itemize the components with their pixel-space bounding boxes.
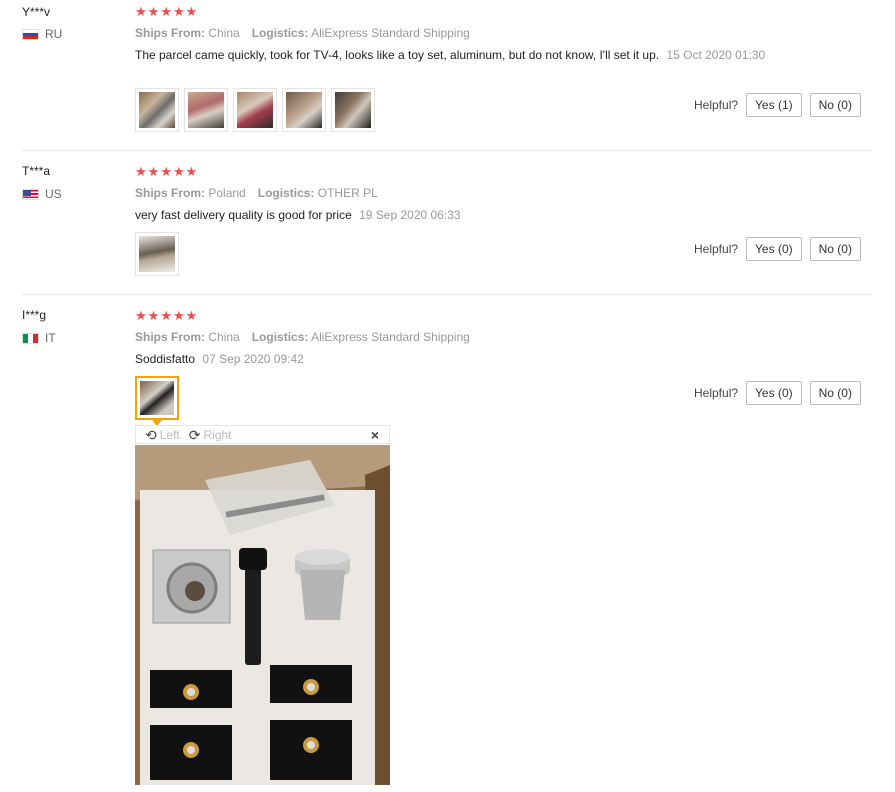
star-icon: ★ xyxy=(172,4,185,19)
photo-viewer-toolbar: ⟲ Left ⟳ Right × xyxy=(135,425,390,444)
rotate-right-icon: ⟳ xyxy=(188,426,201,443)
star-icon: ★ xyxy=(147,164,160,179)
helpful-vote: Helpful? Yes (0) No (0) xyxy=(694,381,861,405)
helpful-label: Helpful? xyxy=(694,98,739,112)
star-icon: ★ xyxy=(135,164,147,179)
review-comment: very fast delivery quality is good for p… xyxy=(135,207,775,223)
reviewer-country: RU xyxy=(22,27,62,41)
rotate-left-button[interactable]: ⟲ Left xyxy=(145,428,180,442)
helpful-vote: Helpful? Yes (1) No (0) xyxy=(694,93,861,117)
russia-flag-icon xyxy=(22,28,39,40)
helpful-yes-button[interactable]: Yes (0) xyxy=(746,381,802,405)
helpful-label: Helpful? xyxy=(694,242,739,256)
star-icon: ★ xyxy=(147,4,160,19)
review-photo-thumbnail[interactable] xyxy=(233,88,277,132)
reviewer-name: I***g xyxy=(22,308,47,322)
review-comment: Soddisfatto 07 Sep 2020 09:42 xyxy=(135,351,775,367)
star-icon: ★ xyxy=(160,164,172,179)
star-icon: ★ xyxy=(172,164,185,179)
star-rating: ★ ★ ★ ★ ★ xyxy=(135,164,197,180)
review-photos xyxy=(135,232,179,276)
review-divider xyxy=(22,294,872,295)
reviewer-name: T***a xyxy=(22,164,51,178)
review-photo-thumbnail-selected[interactable] xyxy=(135,376,179,420)
review-text: The parcel came quickly, took for TV-4, … xyxy=(135,48,660,62)
star-icon: ★ xyxy=(135,308,147,323)
review-comment: The parcel came quickly, took for TV-4, … xyxy=(135,47,775,63)
country-code: US xyxy=(45,187,62,201)
reviewer-country: US xyxy=(22,187,62,201)
rotate-right-button[interactable]: ⟳ Right xyxy=(189,428,232,442)
logistics-value: AliExpress Standard Shipping xyxy=(311,330,470,344)
shipping-info: Ships From: China Logistics: AliExpress S… xyxy=(135,26,470,40)
helpful-no-button[interactable]: No (0) xyxy=(809,381,861,405)
review-photos xyxy=(135,376,179,420)
rotate-left-icon: ⟲ xyxy=(145,426,157,443)
logistics-value: AliExpress Standard Shipping xyxy=(311,26,470,40)
star-icon: ★ xyxy=(185,164,198,179)
italy-flag-icon xyxy=(22,332,39,344)
review-photo-thumbnail[interactable] xyxy=(135,232,179,276)
shipping-info: Ships From: Poland Logistics: OTHER PL xyxy=(135,186,378,200)
star-icon: ★ xyxy=(147,308,160,323)
reviewer-name: Y***v xyxy=(22,5,51,19)
logistics-label: Logistics: xyxy=(251,330,309,344)
review-photo-thumbnail[interactable] xyxy=(184,88,228,132)
review-date: 07 Sep 2020 09:42 xyxy=(202,352,304,366)
logistics-label: Logistics: xyxy=(251,26,309,40)
star-rating: ★ ★ ★ ★ ★ xyxy=(135,4,197,20)
helpful-vote: Helpful? Yes (0) No (0) xyxy=(694,237,861,261)
helpful-yes-button[interactable]: Yes (0) xyxy=(746,237,802,261)
ships-from-label: Ships From: xyxy=(135,186,206,200)
country-code: RU xyxy=(45,27,63,41)
star-icon: ★ xyxy=(160,308,172,323)
star-rating: ★ ★ ★ ★ ★ xyxy=(135,308,197,324)
review-photos xyxy=(135,88,375,132)
country-code: IT xyxy=(45,331,56,345)
review-photo-enlarged xyxy=(135,445,390,785)
ships-from-label: Ships From: xyxy=(135,330,206,344)
star-icon: ★ xyxy=(160,4,172,19)
usa-flag-icon xyxy=(22,188,39,200)
helpful-no-button[interactable]: No (0) xyxy=(809,93,861,117)
logistics-label: Logistics: xyxy=(257,186,315,200)
review-date: 15 Oct 2020 01:30 xyxy=(666,48,766,62)
review-text: very fast delivery quality is good for p… xyxy=(135,208,352,222)
star-icon: ★ xyxy=(135,4,147,19)
ships-from-value: China xyxy=(208,330,240,344)
ships-from-label: Ships From: xyxy=(135,26,206,40)
helpful-no-button[interactable]: No (0) xyxy=(809,237,861,261)
rotate-right-label: Right xyxy=(203,427,232,442)
review-divider xyxy=(22,150,872,151)
review-date: 19 Sep 2020 06:33 xyxy=(359,208,461,222)
ships-from-value: Poland xyxy=(208,186,246,200)
ships-from-value: China xyxy=(208,26,240,40)
logistics-value: OTHER PL xyxy=(317,186,378,200)
star-icon: ★ xyxy=(185,4,198,19)
product-photo-illustration xyxy=(135,445,390,785)
star-icon: ★ xyxy=(172,308,185,323)
helpful-yes-button[interactable]: Yes (1) xyxy=(746,93,802,117)
shipping-info: Ships From: China Logistics: AliExpress S… xyxy=(135,330,470,344)
review-photo-thumbnail[interactable] xyxy=(331,88,375,132)
review-text: Soddisfatto xyxy=(135,352,196,366)
helpful-label: Helpful? xyxy=(694,386,739,400)
rotate-left-label: Left xyxy=(159,427,180,442)
star-icon: ★ xyxy=(185,308,198,323)
close-icon[interactable]: × xyxy=(371,427,379,443)
review-photo-thumbnail[interactable] xyxy=(282,88,326,132)
reviewer-country: IT xyxy=(22,331,56,345)
review-photo-thumbnail[interactable] xyxy=(135,88,179,132)
